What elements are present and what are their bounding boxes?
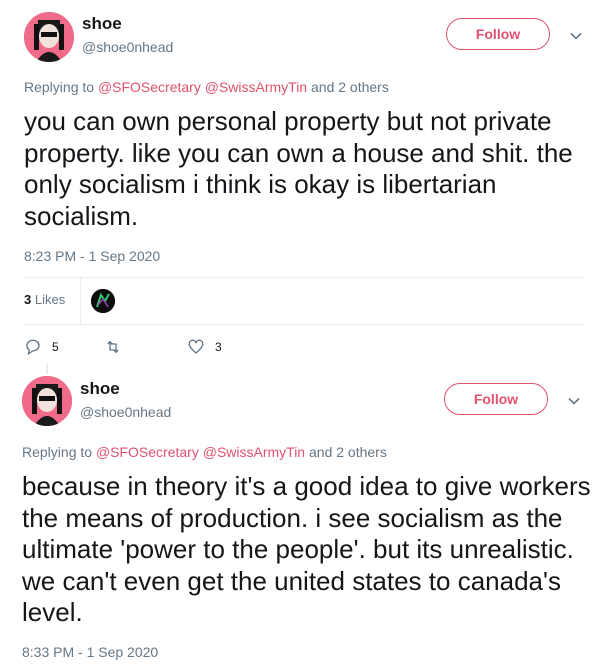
reply-suffix[interactable]: and 2 others bbox=[305, 444, 387, 460]
replying-to: Replying to @SFOSecretary @SwissArmyTin … bbox=[22, 444, 387, 460]
follow-button[interactable]: Follow bbox=[446, 18, 550, 50]
avatar-image bbox=[22, 376, 72, 426]
mention-link[interactable]: @SFOSecretary bbox=[98, 79, 201, 95]
reply-prefix: Replying to bbox=[22, 444, 96, 460]
timestamp[interactable]: 8:23 PM - 1 Sep 2020 bbox=[24, 248, 160, 264]
retweet-icon bbox=[107, 340, 119, 354]
mention-link[interactable]: @SFOSecretary bbox=[96, 444, 199, 460]
reply-suffix[interactable]: and 2 others bbox=[307, 79, 389, 95]
like-count: 3 bbox=[215, 340, 222, 354]
tweet-text: you can own personal property but not pr… bbox=[24, 106, 573, 231]
tweet-2: shoe @shoe0nhead Follow Replying to @SFO… bbox=[0, 368, 601, 668]
divider bbox=[24, 324, 584, 325]
like-action[interactable]: 3 bbox=[187, 338, 222, 356]
user-handle[interactable]: @shoe0nhead bbox=[80, 404, 171, 420]
mention-link[interactable]: @SwissArmyTin bbox=[203, 444, 305, 460]
reply-count: 5 bbox=[52, 340, 59, 354]
timestamp[interactable]: 8:33 PM - 1 Sep 2020 bbox=[22, 644, 158, 660]
liker-avatar-image bbox=[91, 289, 115, 313]
tweet-1: shoe @shoe0nhead Follow Replying to @SFO… bbox=[0, 0, 601, 368]
likes-stat[interactable]: 3 Likes bbox=[24, 292, 65, 307]
like-icon bbox=[188, 339, 204, 354]
likes-label: Likes bbox=[34, 292, 66, 307]
liker-avatar[interactable] bbox=[91, 289, 115, 313]
reply-action[interactable]: 5 bbox=[24, 338, 59, 356]
reply-icon bbox=[26, 339, 40, 356]
display-name[interactable]: shoe bbox=[80, 379, 120, 399]
avatar[interactable] bbox=[22, 376, 72, 426]
divider bbox=[24, 277, 584, 278]
user-handle[interactable]: @shoe0nhead bbox=[82, 39, 173, 55]
display-name[interactable]: shoe bbox=[82, 14, 122, 34]
avatar[interactable] bbox=[24, 12, 74, 62]
replying-to: Replying to @SFOSecretary @SwissArmyTin … bbox=[24, 79, 389, 95]
tweet-text: because in theory it's a good idea to gi… bbox=[22, 471, 591, 627]
mention-link[interactable]: @SwissArmyTin bbox=[205, 79, 307, 95]
likes-count: 3 bbox=[24, 292, 32, 307]
chevron-down-icon[interactable] bbox=[566, 393, 582, 409]
divider bbox=[80, 278, 81, 324]
avatar-image bbox=[24, 12, 74, 62]
retweet-action[interactable] bbox=[104, 338, 132, 356]
chevron-down-icon[interactable] bbox=[568, 28, 584, 44]
follow-button[interactable]: Follow bbox=[444, 383, 548, 415]
reply-prefix: Replying to bbox=[24, 79, 98, 95]
